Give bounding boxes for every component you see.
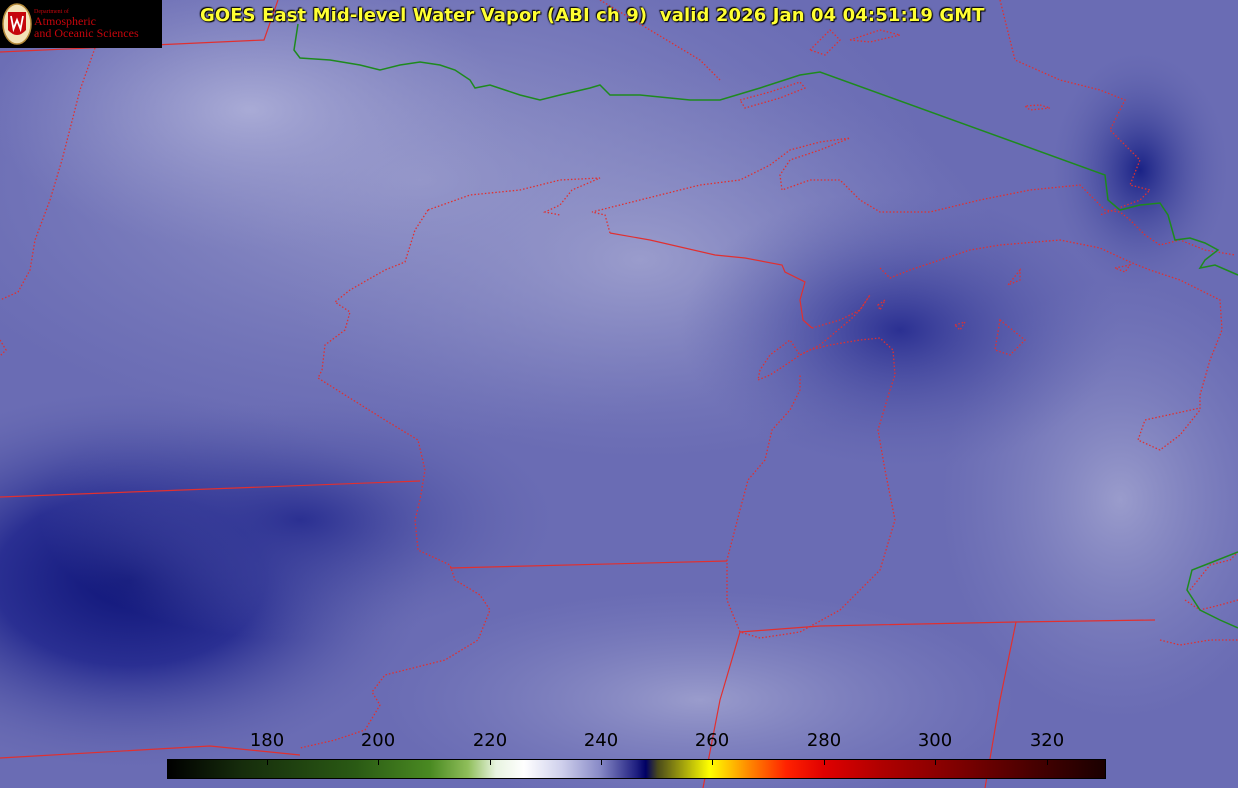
temperature-colorbar — [167, 759, 1106, 779]
uw-aos-logo: Department of Atmospheric and Oceanic Sc… — [0, 0, 162, 48]
colorbar-tick-label: 320 — [1029, 730, 1065, 751]
colorbar-tick — [267, 759, 268, 765]
colorbar-tick-label: 300 — [917, 730, 953, 751]
water-vapor-map — [0, 0, 1238, 788]
colorbar-tick-label: 200 — [360, 730, 396, 751]
colorbar-tick — [935, 759, 936, 765]
colorbar-tick-label: 180 — [249, 730, 285, 751]
colorbar-tick — [378, 759, 379, 765]
colorbar-tick-label: 260 — [694, 730, 730, 751]
uw-crest-icon — [2, 3, 32, 45]
logo-line-2: and Oceanic Sciences — [34, 26, 139, 40]
colorbar-tick-label: 240 — [583, 730, 619, 751]
colorbar-tick — [601, 759, 602, 765]
image-title: GOES East Mid-level Water Vapor (ABI ch … — [200, 5, 985, 26]
colorbar-tick — [1047, 759, 1048, 765]
colorbar-tick-label: 280 — [806, 730, 842, 751]
colorbar-tick — [712, 759, 713, 765]
colorbar-tick — [490, 759, 491, 765]
colorbar-tick-label: 220 — [472, 730, 508, 751]
colorbar-tick — [824, 759, 825, 765]
